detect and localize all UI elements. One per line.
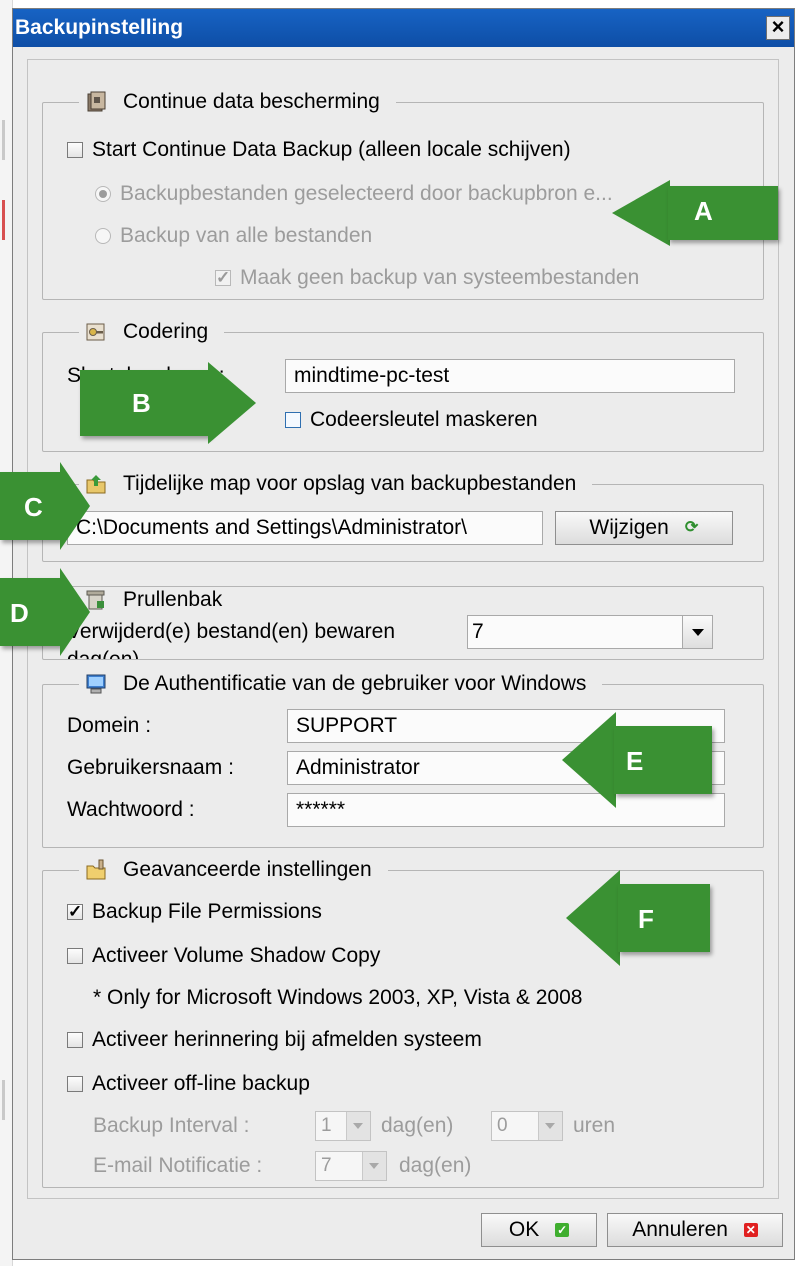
email-days-select[interactable]: 7 (315, 1151, 387, 1181)
start-cdp-row[interactable]: Start Continue Data Backup (alleen local… (67, 137, 571, 163)
no-system-label: Maak geen backup van systeembestanden (240, 266, 640, 289)
advanced-legend-text: Geavanceerde instellingen (123, 858, 372, 881)
chevron-down-icon[interactable] (346, 1112, 370, 1140)
windows-auth-legend: De Authentificatie van de gebruiker voor… (79, 669, 603, 699)
interval-hours-select[interactable]: 0 (491, 1111, 563, 1141)
annotation-arrow-e: E (562, 712, 712, 808)
reminder-checkbox[interactable] (67, 1032, 83, 1048)
interval-hours-value: 0 (497, 1115, 508, 1136)
interval-days-select[interactable]: 1 (315, 1111, 371, 1141)
no-system-row[interactable]: ✓ Maak geen backup van systeembestanden (215, 265, 639, 291)
keep-days-dropdown[interactable]: 7 (467, 615, 713, 649)
change-folder-button[interactable]: Wijzigen ⟳ (555, 511, 733, 545)
tempdir-legend: Tijdelijke map voor opslag van backupbes… (79, 469, 593, 499)
password-label: Wachtwoord : (67, 798, 195, 821)
chevron-down-icon[interactable] (362, 1152, 386, 1180)
mask-key-label: Codeersleutel maskeren (310, 408, 538, 431)
folder-settings-icon (85, 859, 107, 881)
file-permissions-label: Backup File Permissions (92, 900, 322, 923)
tempdir-group: Tijdelijke map voor opslag van backupbes… (42, 469, 764, 562)
offline-checkbox[interactable] (67, 1076, 83, 1092)
edge-mark (2, 200, 5, 240)
ok-label: OK (508, 1218, 540, 1241)
chevron-down-icon[interactable] (682, 616, 712, 648)
start-cdp-checkbox[interactable] (67, 142, 83, 158)
advanced-legend: Geavanceerde instellingen (79, 855, 388, 885)
cdp-safe-icon (85, 91, 107, 113)
keep-deleted-label: Verwijderd(e) bestand(en) bewaren (67, 620, 396, 643)
key-icon (85, 321, 107, 343)
interval-label: Backup Interval : (93, 1114, 250, 1137)
vss-note: * Only for Microsoft Windows 2003, XP, V… (93, 986, 583, 1009)
change-folder-label: Wijzigen (589, 516, 669, 539)
ok-button[interactable]: OK ✓ (481, 1213, 597, 1247)
windows-auth-legend-text: De Authentificatie van de gebruiker voor… (123, 672, 587, 695)
email-days-value: 7 (321, 1155, 332, 1176)
annotation-label-f: F (638, 904, 654, 934)
tempdir-legend-text: Tijdelijke map voor opslag van backupbes… (123, 472, 577, 495)
interval-days-value: 1 (321, 1115, 332, 1136)
cancel-button[interactable]: Annuleren ✕ (607, 1213, 783, 1247)
check-icon: ✓ (555, 1223, 570, 1238)
interval-days-unit: dag(en) (381, 1114, 454, 1137)
radio-all-label: Backup van alle bestanden (120, 224, 373, 247)
edge-mark (2, 120, 5, 160)
x-icon: ✕ (743, 1223, 758, 1238)
annotation-label-e: E (626, 746, 644, 776)
cdp-legend-text: Continue data bescherming (123, 90, 380, 113)
file-permissions-checkbox[interactable]: ✓ (67, 902, 83, 921)
annotation-label-a: A (694, 196, 713, 226)
recycle-legend-text: Prullenbak (123, 588, 223, 611)
encryption-legend: Codering (79, 317, 225, 347)
vss-label: Activeer Volume Shadow Copy (92, 944, 381, 967)
encryption-key-field[interactable]: mindtime-pc-test (285, 359, 735, 393)
radio-selected-label: Backupbestanden geselecteerd door backup… (120, 182, 613, 205)
email-days-unit: dag(en) (399, 1154, 472, 1177)
title-bar[interactable]: Backupinstelling × (13, 9, 794, 47)
radio-all-row[interactable]: Backup van alle bestanden (95, 223, 372, 249)
close-button[interactable]: × (766, 16, 790, 40)
chevron-down-icon[interactable] (538, 1112, 562, 1140)
annotation-arrow-f: F (566, 870, 710, 966)
monitor-user-icon (85, 673, 107, 695)
annotation-arrow-c: C (0, 462, 92, 550)
start-cdp-label: Start Continue Data Backup (alleen local… (92, 138, 571, 161)
domain-label: Domein : (67, 714, 152, 737)
annotation-label-c: C (24, 492, 43, 522)
email-notification-label: E-mail Notificatie : (93, 1154, 263, 1177)
temp-path-field[interactable]: C:\Documents and Settings\Administrator\ (67, 511, 543, 545)
cancel-label: Annuleren (632, 1218, 728, 1241)
refresh-icon: ⟳ (684, 519, 699, 537)
edge-mark (2, 1080, 5, 1120)
username-label: Gebruikersnaam : (67, 756, 234, 779)
offline-label: Activeer off-line backup (92, 1072, 310, 1095)
no-system-checkbox[interactable]: ✓ (215, 268, 231, 287)
radio-all-files[interactable] (95, 228, 111, 244)
radio-selected-files[interactable] (95, 186, 111, 202)
annotation-arrow-b: B (80, 362, 256, 444)
interval-hours-unit: uren (573, 1114, 616, 1137)
file-permissions-row[interactable]: ✓ Backup File Permissions (67, 899, 322, 925)
offline-row[interactable]: Activeer off-line backup (67, 1071, 310, 1097)
mask-key-row[interactable]: Codeersleutel maskeren (285, 407, 538, 433)
encryption-legend-text: Codering (123, 320, 209, 343)
annotation-label-d: D (10, 598, 29, 628)
cdp-legend: Continue data bescherming (79, 87, 396, 117)
keep-days-value: 7 (472, 620, 484, 643)
reminder-row[interactable]: Activeer herinnering bij afmelden systee… (67, 1027, 482, 1053)
annotation-arrow-a: A (612, 180, 778, 246)
annotation-label-b: B (132, 388, 151, 418)
reminder-label: Activeer herinnering bij afmelden systee… (92, 1028, 482, 1051)
recycle-bin-group: Prullenbak Verwijderd(e) bestand(en) bew… (42, 586, 764, 660)
vss-checkbox[interactable] (67, 948, 83, 964)
annotation-arrow-d: D (0, 568, 92, 656)
window-title: Backupinstelling (15, 16, 184, 39)
mask-key-checkbox[interactable] (285, 412, 301, 428)
radio-selected-row[interactable]: Backupbestanden geselecteerd door backup… (95, 181, 613, 207)
vss-row[interactable]: Activeer Volume Shadow Copy (67, 943, 380, 969)
recycle-legend: Prullenbak (79, 587, 239, 615)
